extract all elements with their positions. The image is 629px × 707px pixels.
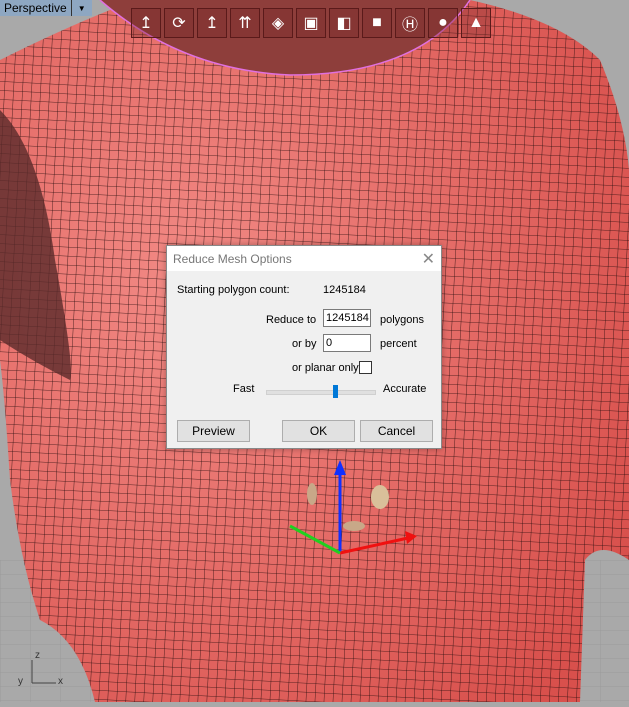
rotate-view-icon[interactable]: ⟳ — [164, 8, 194, 38]
preview-button[interactable]: Preview — [177, 420, 250, 442]
chevron-down-icon[interactable]: ▼ — [70, 0, 92, 16]
or-by-label: or by — [292, 338, 317, 350]
multi-gumball-icon[interactable]: ⇈ — [230, 8, 260, 38]
percent-label: percent — [380, 338, 417, 350]
ok-button[interactable]: OK — [282, 420, 355, 442]
starting-count-label: Starting polygon count: — [177, 284, 290, 296]
planar-only-label: or planar only — [292, 362, 359, 374]
viewport-name: Perspective — [4, 1, 67, 15]
box-edge-icon[interactable]: ▣ — [296, 8, 326, 38]
cone-icon[interactable]: ▲ — [461, 8, 491, 38]
planar-only-checkbox[interactable] — [359, 361, 372, 374]
axis-x-label: x — [58, 676, 63, 687]
gumball-icon[interactable]: ↥ — [131, 8, 161, 38]
axis-z-label: z — [35, 650, 40, 661]
starting-count-value: 1245184 — [323, 284, 366, 296]
accuracy-slider[interactable] — [266, 390, 376, 395]
polygons-label: polygons — [380, 314, 425, 326]
reduce-to-label: Reduce to — [266, 314, 317, 326]
hide-icon[interactable]: Ⓗ — [395, 8, 425, 38]
reduce-to-input[interactable]: 1245184 — [323, 309, 371, 327]
percent-input[interactable]: 0 — [323, 334, 371, 352]
box-face-icon[interactable]: ◧ — [329, 8, 359, 38]
accurate-label: Accurate — [383, 383, 427, 395]
box-solid-icon[interactable]: ■ — [362, 8, 392, 38]
slider-thumb[interactable] — [333, 385, 339, 398]
cancel-button[interactable]: Cancel — [360, 420, 433, 442]
close-icon[interactable]: ✕ — [422, 249, 435, 269]
shaded-sphere-icon[interactable]: ● — [428, 8, 458, 38]
fast-label: Fast — [233, 383, 255, 395]
dialog-title: Reduce Mesh Options — [173, 251, 292, 266]
axis-y-label: y — [18, 676, 23, 687]
reduce-mesh-dialog: Reduce Mesh Options ✕ Starting polygon c… — [166, 245, 442, 449]
gumball-toolbar: ↥ ⟳ ↥ ⇈ ◈ ▣ ◧ ■ Ⓗ ● ▲ — [131, 8, 491, 38]
dialog-titlebar[interactable]: Reduce Mesh Options ✕ — [167, 246, 441, 271]
box-corner-icon[interactable]: ◈ — [263, 8, 293, 38]
move-gumball-icon[interactable]: ↥ — [197, 8, 227, 38]
viewport-title-tab[interactable]: Perspective ▼ — [0, 0, 92, 16]
